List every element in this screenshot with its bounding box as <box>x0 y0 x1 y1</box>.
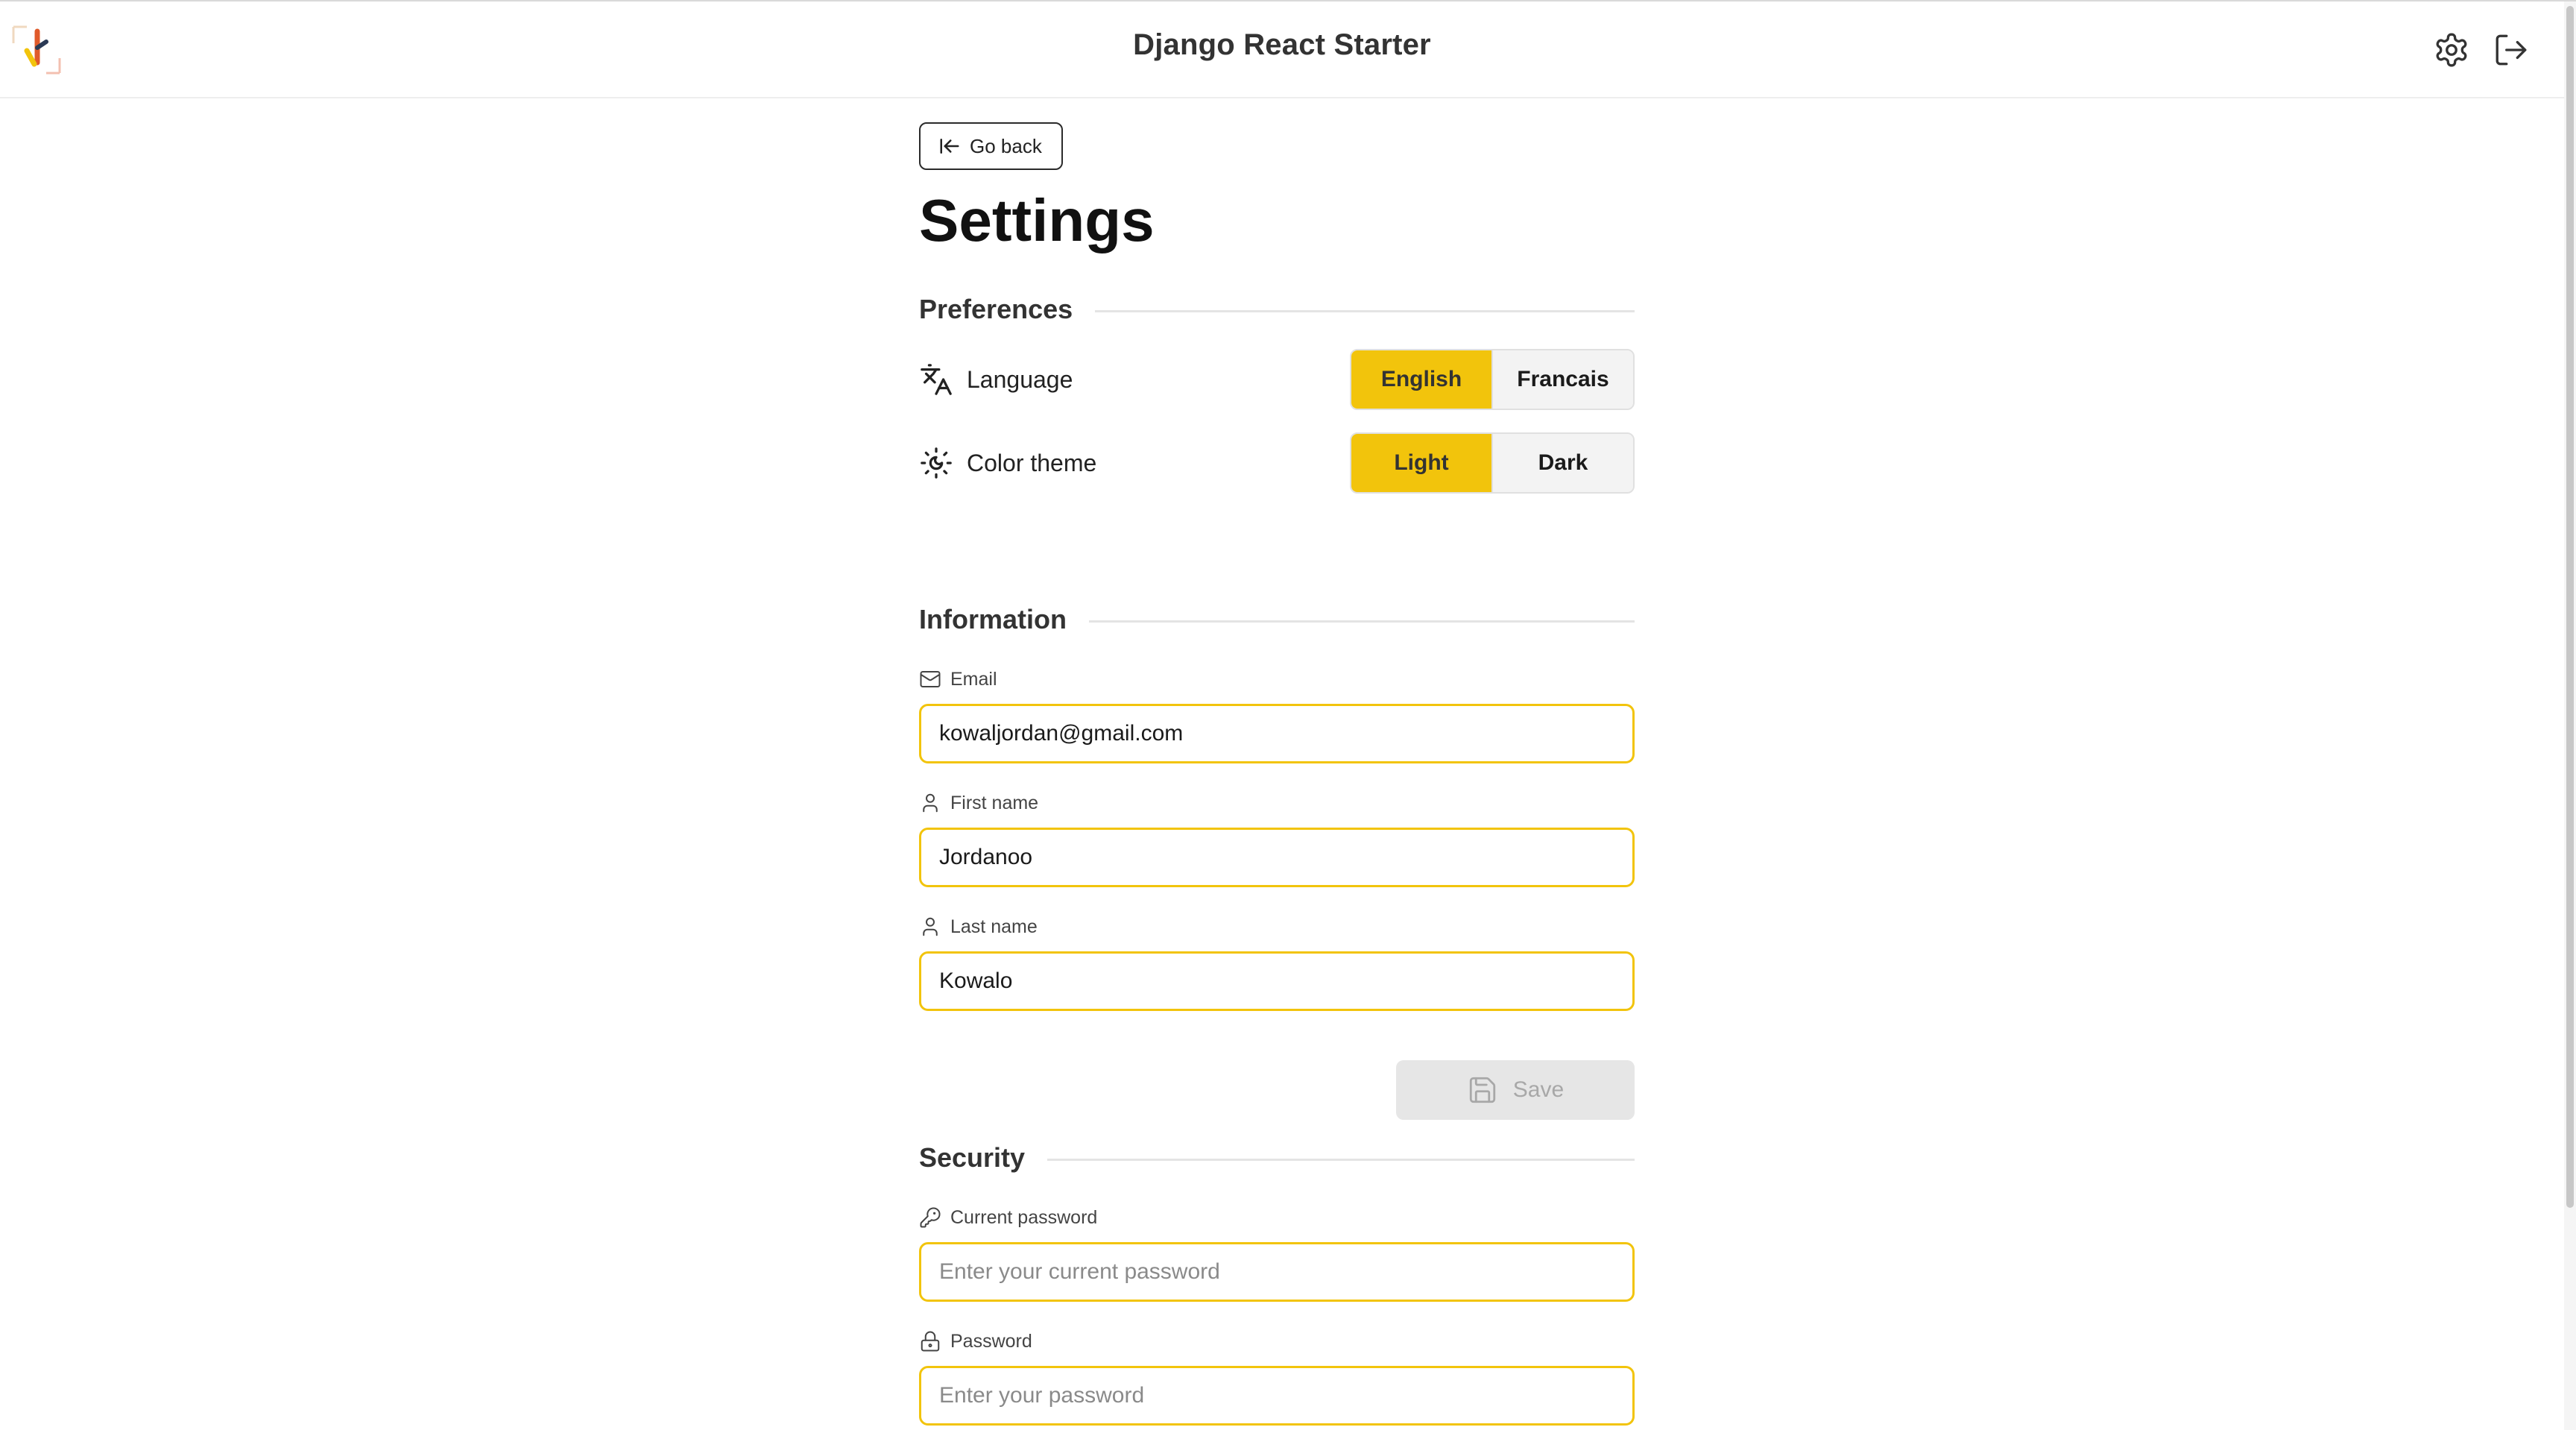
password-label-text: Password <box>950 1330 1032 1352</box>
last-name-label-text: Last name <box>950 916 1038 937</box>
last-name-field-label: Last name <box>919 916 1038 938</box>
logout-icon[interactable] <box>2493 31 2530 69</box>
current-password-field[interactable] <box>919 1242 1635 1302</box>
theme-option-light[interactable]: Light <box>1351 434 1491 492</box>
theme-option-dark[interactable]: Dark <box>1491 434 1633 492</box>
security-section-heading: Security <box>919 1142 1635 1174</box>
email-field[interactable] <box>919 704 1635 763</box>
scrollbar-thumb[interactable] <box>2566 6 2574 1208</box>
arrow-left-to-line-icon <box>940 139 959 154</box>
color-theme-label: Color theme <box>967 449 1097 476</box>
current-password-label-text: Current password <box>950 1206 1098 1228</box>
color-theme-toggle: Light Dark <box>1350 432 1635 494</box>
first-name-field[interactable] <box>919 828 1635 887</box>
information-heading-label: Information <box>919 604 1067 634</box>
go-back-button[interactable]: Go back <box>919 122 1063 170</box>
app-title: Django React Starter <box>1133 28 1431 61</box>
top-header: Django React Starter <box>0 1 2564 98</box>
page-title: Settings <box>919 187 1155 253</box>
preferences-heading-label: Preferences <box>919 294 1073 324</box>
user-icon <box>923 917 938 936</box>
go-back-label: Go back <box>970 134 1042 157</box>
security-heading-label: Security <box>919 1142 1026 1173</box>
mail-icon <box>920 671 941 687</box>
section-divider <box>1088 620 1635 623</box>
email-label-text: Email <box>950 668 997 690</box>
section-divider <box>1047 1158 1635 1161</box>
save-label: Save <box>1512 1077 1565 1102</box>
preferences-section-heading: Preferences <box>919 294 1635 325</box>
app-window: Django React Starter Go back Settings Pr… <box>0 0 2576 1430</box>
key-icon <box>920 1207 941 1228</box>
language-row: Language English Francais <box>919 349 1635 410</box>
language-label: Language <box>967 365 1073 393</box>
user-icon <box>923 793 938 813</box>
email-field-label: Email <box>919 668 997 690</box>
current-password-field-label: Current password <box>919 1206 1097 1229</box>
section-divider <box>1095 309 1635 312</box>
translate-icon <box>919 362 953 397</box>
language-toggle: English Francais <box>1350 349 1635 410</box>
page-scrollbar[interactable] <box>2564 1 2576 1430</box>
sun-moon-icon <box>919 446 953 480</box>
password-field[interactable] <box>919 1366 1635 1426</box>
information-section-heading: Information <box>919 604 1635 635</box>
language-option-english[interactable]: English <box>1351 350 1491 409</box>
last-name-field[interactable] <box>919 951 1635 1011</box>
color-theme-row: Color theme Light Dark <box>919 432 1635 494</box>
first-name-label-text: First name <box>950 792 1039 813</box>
language-option-francais[interactable]: Francais <box>1491 350 1633 409</box>
password-field-label: Password <box>919 1330 1032 1352</box>
first-name-field-label: First name <box>919 792 1038 814</box>
save-button[interactable]: Save <box>1396 1060 1635 1120</box>
gear-icon[interactable] <box>2433 31 2470 69</box>
lock-icon <box>921 1331 940 1352</box>
save-icon <box>1469 1077 1495 1103</box>
